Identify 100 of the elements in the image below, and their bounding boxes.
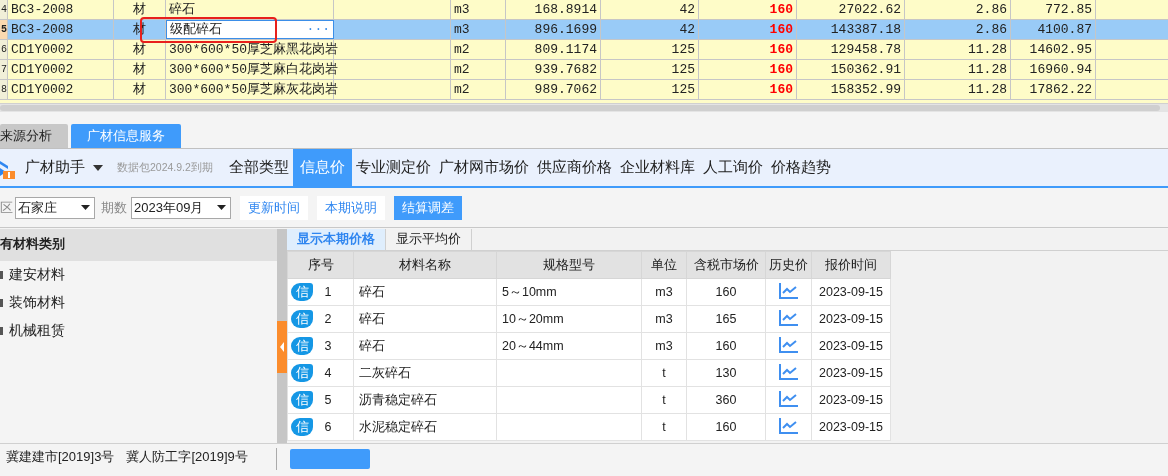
chart-icon[interactable] <box>778 363 799 380</box>
table-cell: m3 <box>451 0 506 19</box>
row-number: 6 <box>0 40 8 59</box>
region-select[interactable]: 石家庄 <box>15 196 95 219</box>
nav-tab[interactable]: 供应商价格 <box>533 149 616 186</box>
table-cell: 160 <box>699 60 797 79</box>
table-cell: 4100.87 <box>1011 20 1096 39</box>
chart-icon[interactable] <box>778 417 799 434</box>
table-cell: 160 <box>699 0 797 19</box>
brand-label[interactable]: 广材助手 <box>25 158 85 177</box>
info-badge: 信 <box>291 310 313 328</box>
row-number: 7 <box>0 60 8 79</box>
dropdown-icon[interactable] <box>217 205 226 210</box>
grid-row[interactable]: 6 CD1Y0002 材 300*600*50厚芝麻黑花岗岩 m2 809.1174 125 160 129458.78 11.28 14602.95 <box>0 40 1168 60</box>
table-cell: 11.28 <box>905 60 1011 79</box>
table-cell: 160 <box>699 80 797 99</box>
nav-tab[interactable]: 全部类型 <box>225 149 293 186</box>
chart-icon[interactable] <box>778 336 799 353</box>
table-cell: m3 <box>641 278 687 306</box>
region-label: 区 <box>0 198 13 217</box>
table-cell: 129458.78 <box>797 40 905 59</box>
table-cell: 27022.62 <box>797 0 905 19</box>
link-button[interactable]: 更新时间 <box>240 195 308 220</box>
table-cell: 5～10mm <box>496 278 642 306</box>
cell-editor[interactable]: 级配碎石 ··· <box>166 20 334 39</box>
table-cell: m3 <box>641 305 687 333</box>
row-number: 8 <box>0 80 8 99</box>
table-cell: 989.7062 <box>506 80 601 99</box>
info-badge: 信 <box>291 364 313 382</box>
nav-tab[interactable]: 企业材料库 <box>616 149 699 186</box>
grid-row[interactable]: 4 BC3-2008 材 碎石 m3 168.8914 42 160 27022.62 2.86 772.85 <box>0 0 1168 20</box>
table-cell: 沥青稳定碎石 <box>353 386 497 414</box>
chart-icon[interactable] <box>778 309 799 326</box>
table-cell: 材 <box>114 40 166 59</box>
table-cell: 160 <box>686 278 766 306</box>
dropdown-icon[interactable] <box>81 205 90 210</box>
expiry-text: 数据包2024.9.2到期 <box>117 160 214 175</box>
tree-node-icon[interactable] <box>0 327 3 335</box>
table-cell: 168.8914 <box>506 0 601 19</box>
table-cell: CD1Y0002 <box>8 40 114 59</box>
table-cell: 14602.95 <box>1011 40 1096 59</box>
table-cell: 125 <box>601 40 699 59</box>
link-button[interactable]: 本期说明 <box>317 195 385 220</box>
table-cell: 150362.91 <box>797 60 905 79</box>
nav-tab[interactable]: 价格趋势 <box>767 149 835 186</box>
period-label: 期数 <box>101 198 127 217</box>
chart-icon[interactable] <box>778 282 799 299</box>
scrollbar-thumb[interactable] <box>0 105 1160 111</box>
table-cell: 143387.18 <box>797 20 905 39</box>
ellipsis-button[interactable]: ··· <box>306 21 330 38</box>
column-header: 含税市场价 <box>686 251 766 279</box>
grid-row[interactable]: 8 CD1Y0002 材 300*600*50厚芝麻灰花岗岩 m2 989.7062 125 160 158352.99 11.28 17862.22 <box>0 80 1168 100</box>
table-cell: 材 <box>114 60 166 79</box>
row-number: 4 <box>0 0 8 19</box>
column-header: 序号 <box>287 251 354 279</box>
row-number: 5 <box>0 20 8 39</box>
period-select[interactable]: 2023年09月 <box>131 196 231 219</box>
table-cell: m2 <box>451 40 506 59</box>
panel-tab[interactable]: 来源分析 <box>0 124 68 148</box>
info-badge: 信 <box>291 418 313 436</box>
table-cell: CD1Y0002 <box>8 60 114 79</box>
table-cell: 2023-09-15 <box>811 332 891 360</box>
category-header: 有材料类别 <box>0 229 277 261</box>
row-number: 5 <box>323 393 333 407</box>
table-cell: 125 <box>601 60 699 79</box>
table-cell: 125 <box>601 80 699 99</box>
tree-node-icon[interactable] <box>0 299 3 307</box>
table-cell: 772.85 <box>1011 0 1096 19</box>
table-cell: 碎石 <box>353 305 497 333</box>
table-cell: 材 <box>114 0 166 19</box>
table-cell: 160 <box>699 20 797 39</box>
nav-tab[interactable]: 广材网市场价 <box>435 149 533 186</box>
column-header: 规格型号 <box>496 251 642 279</box>
table-cell: 160 <box>699 40 797 59</box>
table-cell: BC3-2008 <box>8 0 114 19</box>
table-cell: m2 <box>451 60 506 79</box>
table-cell: 水泥稳定碎石 <box>353 413 497 441</box>
row-number: 4 <box>323 366 333 380</box>
table-cell: m3 <box>641 332 687 360</box>
table-cell: 939.7682 <box>506 60 601 79</box>
table-cell: 2023-09-15 <box>811 305 891 333</box>
nav-tab[interactable]: 人工询价 <box>699 149 767 186</box>
table-cell: 11.28 <box>905 40 1011 59</box>
table-cell: 二灰碎石 <box>353 359 497 387</box>
table-cell: 碎石 <box>353 278 497 306</box>
chart-icon[interactable] <box>778 390 799 407</box>
tree-node-icon[interactable] <box>0 271 3 279</box>
category-item[interactable]: 装饰材料 <box>9 294 65 312</box>
nav-tab[interactable]: 专业测定价 <box>352 149 435 186</box>
table-cell: 16960.94 <box>1011 60 1096 79</box>
grid-row[interactable]: 7 CD1Y0002 材 300*600*50厚芝麻白花岗岩 m2 939.7682 125 160 150362.91 11.28 16960.94 <box>0 60 1168 80</box>
table-cell: 42 <box>601 20 699 39</box>
category-item[interactable]: 机械租赁 <box>9 322 65 340</box>
table-cell: 2023-09-15 <box>811 359 891 387</box>
table-cell: 材 <box>114 80 166 99</box>
table-cell: 42 <box>601 0 699 19</box>
table-cell: 碎石 <box>353 332 497 360</box>
caret-icon[interactable] <box>93 164 103 171</box>
category-item[interactable]: 建安材料 <box>9 266 65 284</box>
table-cell: 160 <box>686 413 766 441</box>
